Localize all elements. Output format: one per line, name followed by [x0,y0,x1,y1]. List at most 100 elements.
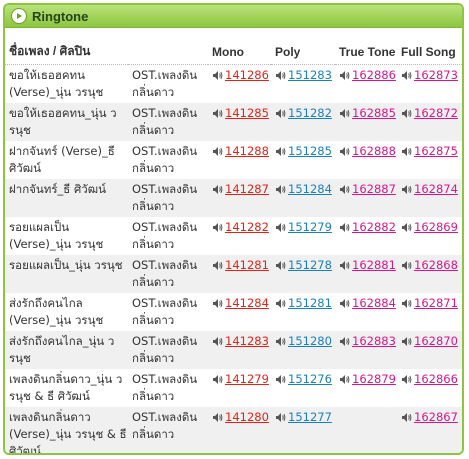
speaker-icon[interactable] [339,335,350,352]
speaker-icon[interactable] [275,69,286,86]
speaker-icon[interactable] [339,145,350,162]
speaker-icon[interactable] [212,69,223,86]
speaker-icon[interactable] [275,335,286,352]
speaker-icon[interactable] [401,335,412,352]
ringtone-table: ชื่อเพลง / ศิลปิน Mono Poly True Tone Fu… [5,28,462,453]
mono-code-link[interactable]: 141283 [225,334,269,348]
poly-code-link[interactable]: 151277 [288,410,332,424]
poly-code-link[interactable]: 151285 [288,144,332,158]
fullsong-code-link[interactable]: 162866 [414,372,458,386]
poly-code-link[interactable]: 151279 [288,220,332,234]
mono-cell: 141282 [208,217,271,255]
poly-code-link[interactable]: 151280 [288,334,332,348]
truetone-code-link[interactable]: 162886 [352,68,396,82]
speaker-icon[interactable] [212,297,223,314]
fullsong-cell: 162866 [397,369,462,407]
poly-code-link[interactable]: 151281 [288,296,332,310]
speaker-icon[interactable] [339,373,350,390]
speaker-icon[interactable] [212,335,223,352]
speaker-icon[interactable] [401,107,412,124]
col-fullsong-header: Full Song [397,28,462,65]
col-album-header [128,28,208,65]
song-title: ส่งรักถึงคนไกล_นุ่น วรนุช [5,331,128,369]
speaker-icon[interactable] [339,297,350,314]
speaker-icon[interactable] [401,183,412,200]
table-row: เพลงดินกลิ่นดาว (Verse)_นุ่น วรนุช & ธี … [5,407,462,453]
album-name: OST.เพลงดินกลิ่นดาว [132,296,198,327]
mono-code-link[interactable]: 141280 [225,410,269,424]
fullsong-code-link[interactable]: 162870 [414,334,458,348]
truetone-cell: 162888 [335,141,397,179]
poly-code-link[interactable]: 151276 [288,372,332,386]
mono-code-link[interactable]: 141281 [225,258,269,272]
speaker-icon[interactable] [401,69,412,86]
speaker-icon[interactable] [275,373,286,390]
speaker-icon[interactable] [212,259,223,276]
speaker-icon[interactable] [401,411,412,428]
truetone-code-link[interactable]: 162879 [352,372,396,386]
speaker-icon[interactable] [275,297,286,314]
fullsong-cell: 162870 [397,331,462,369]
mono-code-link[interactable]: 141285 [225,106,269,120]
speaker-icon[interactable] [212,183,223,200]
speaker-icon[interactable] [401,145,412,162]
fullsong-code-link[interactable]: 162874 [414,182,458,196]
truetone-code-link[interactable]: 162887 [352,182,396,196]
mono-cell: 141280 [208,407,271,453]
fullsong-code-link[interactable]: 162871 [414,296,458,310]
fullsong-cell: 162868 [397,255,462,293]
fullsong-cell: 162873 [397,65,462,104]
fullsong-code-link[interactable]: 162872 [414,106,458,120]
poly-cell: 151284 [271,179,335,217]
song-title: ขอให้เธอฮคทน_นุ่น วรนุช [5,103,128,141]
speaker-icon[interactable] [275,107,286,124]
speaker-icon[interactable] [212,373,223,390]
mono-code-link[interactable]: 141282 [225,220,269,234]
truetone-code-link[interactable]: 162885 [352,106,396,120]
speaker-icon[interactable] [212,107,223,124]
fullsong-code-link[interactable]: 162868 [414,258,458,272]
speaker-icon[interactable] [339,183,350,200]
speaker-icon[interactable] [339,107,350,124]
speaker-icon[interactable] [339,221,350,238]
truetone-code-link[interactable]: 162881 [352,258,396,272]
speaker-icon[interactable] [401,221,412,238]
fullsong-code-link[interactable]: 162867 [414,410,458,424]
truetone-code-link[interactable]: 162882 [352,220,396,234]
speaker-icon[interactable] [401,297,412,314]
album-name: OST.เพลงดินกลิ่นดาว [132,220,198,251]
speaker-icon[interactable] [212,411,223,428]
truetone-code-link[interactable]: 162888 [352,144,396,158]
speaker-icon[interactable] [275,411,286,428]
speaker-icon[interactable] [339,259,350,276]
speaker-icon[interactable] [401,373,412,390]
speaker-icon[interactable] [401,259,412,276]
fullsong-code-link[interactable]: 162869 [414,220,458,234]
truetone-cell: 162887 [335,179,397,217]
poly-code-link[interactable]: 151284 [288,182,332,196]
mono-code-link[interactable]: 141286 [225,68,269,82]
fullsong-code-link[interactable]: 162875 [414,144,458,158]
poly-code-link[interactable]: 151283 [288,68,332,82]
speaker-icon[interactable] [275,183,286,200]
mono-code-link[interactable]: 141279 [225,372,269,386]
speaker-icon[interactable] [275,145,286,162]
truetone-code-link[interactable]: 162884 [352,296,396,310]
table-row: ฝากจันทร์ (Verse)_ธี ศิวัฒน์ OST.เพลงดินก… [5,141,462,179]
mono-code-link[interactable]: 141284 [225,296,269,310]
speaker-icon[interactable] [275,259,286,276]
poly-code-link[interactable]: 151282 [288,106,332,120]
fullsong-code-link[interactable]: 162873 [414,68,458,82]
truetone-cell: 162885 [335,103,397,141]
table-header-row: ชื่อเพลง / ศิลปิน Mono Poly True Tone Fu… [5,28,462,65]
speaker-icon[interactable] [212,145,223,162]
speaker-icon[interactable] [339,69,350,86]
mono-code-link[interactable]: 141288 [225,144,269,158]
song-title: เพลงดินกลิ่นดาว_นุ่น วรนุช & ธี ศิวัฒน์ [9,372,123,403]
mono-cell: 141287 [208,179,271,217]
truetone-code-link[interactable]: 162883 [352,334,396,348]
speaker-icon[interactable] [275,221,286,238]
poly-code-link[interactable]: 151278 [288,258,332,272]
mono-code-link[interactable]: 141287 [225,182,269,196]
speaker-icon[interactable] [212,221,223,238]
